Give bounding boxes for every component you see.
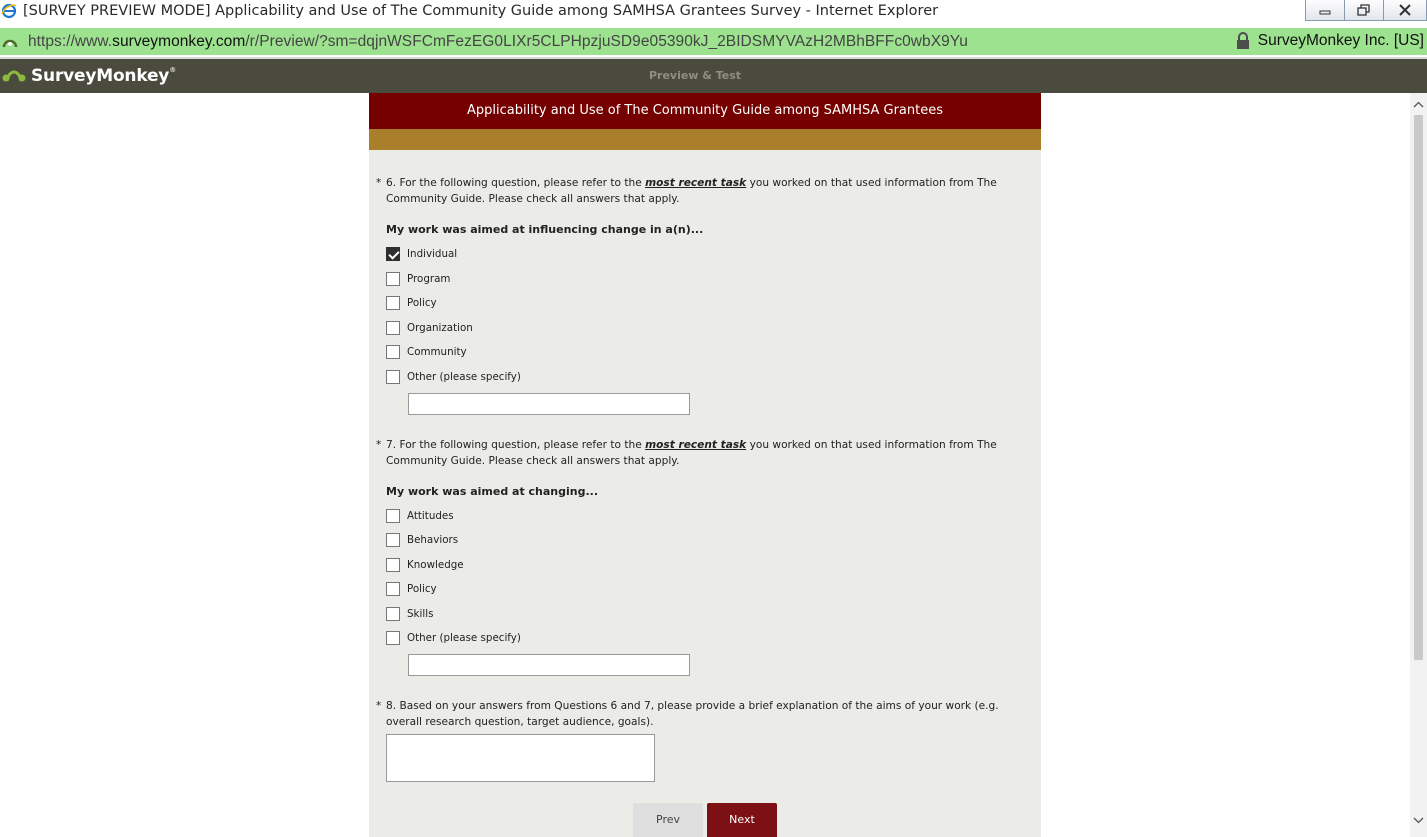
page-content: Applicability and Use of The Community G… — [0, 93, 1427, 837]
restore-button[interactable] — [1344, 0, 1384, 21]
scrollbar-thumb[interactable] — [1414, 115, 1423, 660]
checkbox[interactable] — [386, 321, 400, 335]
q7-option-other[interactable]: Other (please specify) — [386, 630, 521, 646]
question-6: * 6. For the following question, please r… — [376, 175, 1016, 207]
option-label: Program — [407, 273, 451, 285]
scroll-up-icon[interactable] — [1413, 101, 1424, 108]
q8-explanation-textarea[interactable] — [386, 734, 655, 782]
option-label: Behaviors — [407, 534, 459, 546]
question-6-emphasis: most recent task — [645, 177, 747, 189]
survey-title: Applicability and Use of The Community G… — [369, 93, 1041, 129]
restore-icon — [1357, 4, 1370, 16]
checkbox[interactable] — [386, 247, 400, 261]
next-button[interactable]: Next — [707, 803, 777, 837]
question-6-text-b: you worked on that used information from… — [746, 177, 997, 189]
option-label: Individual — [407, 248, 458, 260]
internet-explorer-icon — [1, 3, 17, 19]
checkbox[interactable] — [386, 296, 400, 310]
survey-title-band — [369, 129, 1041, 150]
q7-option-skills[interactable]: Skills — [386, 606, 433, 622]
close-button[interactable] — [1383, 0, 1427, 21]
question-7-emphasis: most recent task — [645, 439, 747, 451]
option-label: Policy — [407, 297, 437, 309]
q6-option-policy[interactable]: Policy — [386, 295, 437, 311]
window-controls — [1305, 0, 1427, 22]
checkbox[interactable] — [386, 509, 400, 523]
required-marker: * — [376, 700, 382, 712]
q6-option-individual[interactable]: Individual — [386, 246, 457, 262]
preview-mode-label: Preview & Test — [648, 69, 742, 82]
checkbox[interactable] — [386, 345, 400, 359]
url-domain: surveymonkey.com — [112, 32, 246, 50]
option-label: Skills — [407, 608, 434, 620]
q6-option-other[interactable]: Other (please specify) — [386, 369, 521, 385]
question-8-text-b: overall research question, target audien… — [386, 716, 654, 728]
q6-option-community[interactable]: Community — [386, 344, 467, 360]
minimize-button[interactable] — [1305, 0, 1345, 21]
option-label: Knowledge — [407, 559, 464, 571]
checkbox[interactable] — [386, 558, 400, 572]
q6-other-input[interactable] — [408, 393, 690, 415]
q7-option-behaviors[interactable]: Behaviors — [386, 532, 458, 548]
checkbox[interactable] — [386, 607, 400, 621]
question-6-text-a: 6. For the following question, please re… — [386, 177, 646, 189]
question-8-text-a: 8. Based on your answers from Questions … — [386, 700, 999, 712]
question-7: * 7. For the following question, please r… — [376, 437, 1016, 469]
q7-other-input[interactable] — [408, 654, 690, 676]
q6-option-organization[interactable]: Organization — [386, 320, 473, 336]
question-6-prompt: My work was aimed at influencing change … — [386, 223, 704, 236]
minimize-icon — [1319, 10, 1331, 15]
security-certificate[interactable]: SurveyMonkey Inc. [US] — [1236, 32, 1424, 50]
option-label: Organization — [407, 322, 473, 334]
address-bar[interactable]: https://www.surveymonkey.com/r/Preview/?… — [0, 28, 1427, 55]
option-label: Attitudes — [407, 510, 454, 522]
url-path: /r/Preview/?sm=dqjnWSFCmFezEG0LIXr5CLPHp… — [245, 32, 968, 50]
checkbox[interactable] — [386, 533, 400, 547]
option-label: Community — [407, 346, 467, 358]
scroll-down-icon[interactable] — [1413, 817, 1424, 824]
survey-panel: Applicability and Use of The Community G… — [369, 93, 1041, 837]
q6-option-program[interactable]: Program — [386, 271, 450, 287]
lock-icon — [1236, 32, 1249, 49]
surveymonkey-header: SurveyMonkey® Preview & Test — [0, 59, 1427, 93]
option-label: Other (please specify) — [407, 371, 521, 383]
option-label: Policy — [407, 583, 437, 595]
q7-option-knowledge[interactable]: Knowledge — [386, 557, 464, 573]
window-title: [SURVEY PREVIEW MODE] Applicability and … — [23, 3, 939, 19]
site-favicon-icon — [2, 34, 18, 50]
url-scheme: https://www. — [28, 32, 113, 50]
option-label: Other (please specify) — [407, 632, 521, 644]
required-marker: * — [376, 177, 382, 189]
q7-option-attitudes[interactable]: Attitudes — [386, 508, 454, 524]
close-icon — [1399, 4, 1411, 16]
prev-button[interactable]: Prev — [633, 803, 703, 837]
window-title-bar: [SURVEY PREVIEW MODE] Applicability and … — [0, 0, 1427, 22]
checkbox[interactable] — [386, 370, 400, 384]
question-6-text-c: Community Guide. Please check all answer… — [386, 193, 680, 205]
q7-option-policy[interactable]: Policy — [386, 581, 437, 597]
checkbox[interactable] — [386, 272, 400, 286]
certificate-name: SurveyMonkey Inc. [US] — [1257, 32, 1424, 49]
required-marker: * — [376, 439, 382, 451]
question-7-text-a: 7. For the following question, please re… — [386, 439, 646, 451]
question-7-prompt: My work was aimed at changing... — [386, 485, 599, 498]
question-7-text-c: Community Guide. Please check all answer… — [386, 455, 680, 467]
question-8: * 8. Based on your answers from Questions… — [376, 698, 1016, 730]
url-text[interactable]: https://www.surveymonkey.com/r/Preview/?… — [28, 33, 968, 51]
checkbox[interactable] — [386, 582, 400, 596]
vertical-scrollbar[interactable] — [1410, 93, 1427, 837]
question-7-text-b: you worked on that used information from… — [746, 439, 997, 451]
checkbox[interactable] — [386, 631, 400, 645]
